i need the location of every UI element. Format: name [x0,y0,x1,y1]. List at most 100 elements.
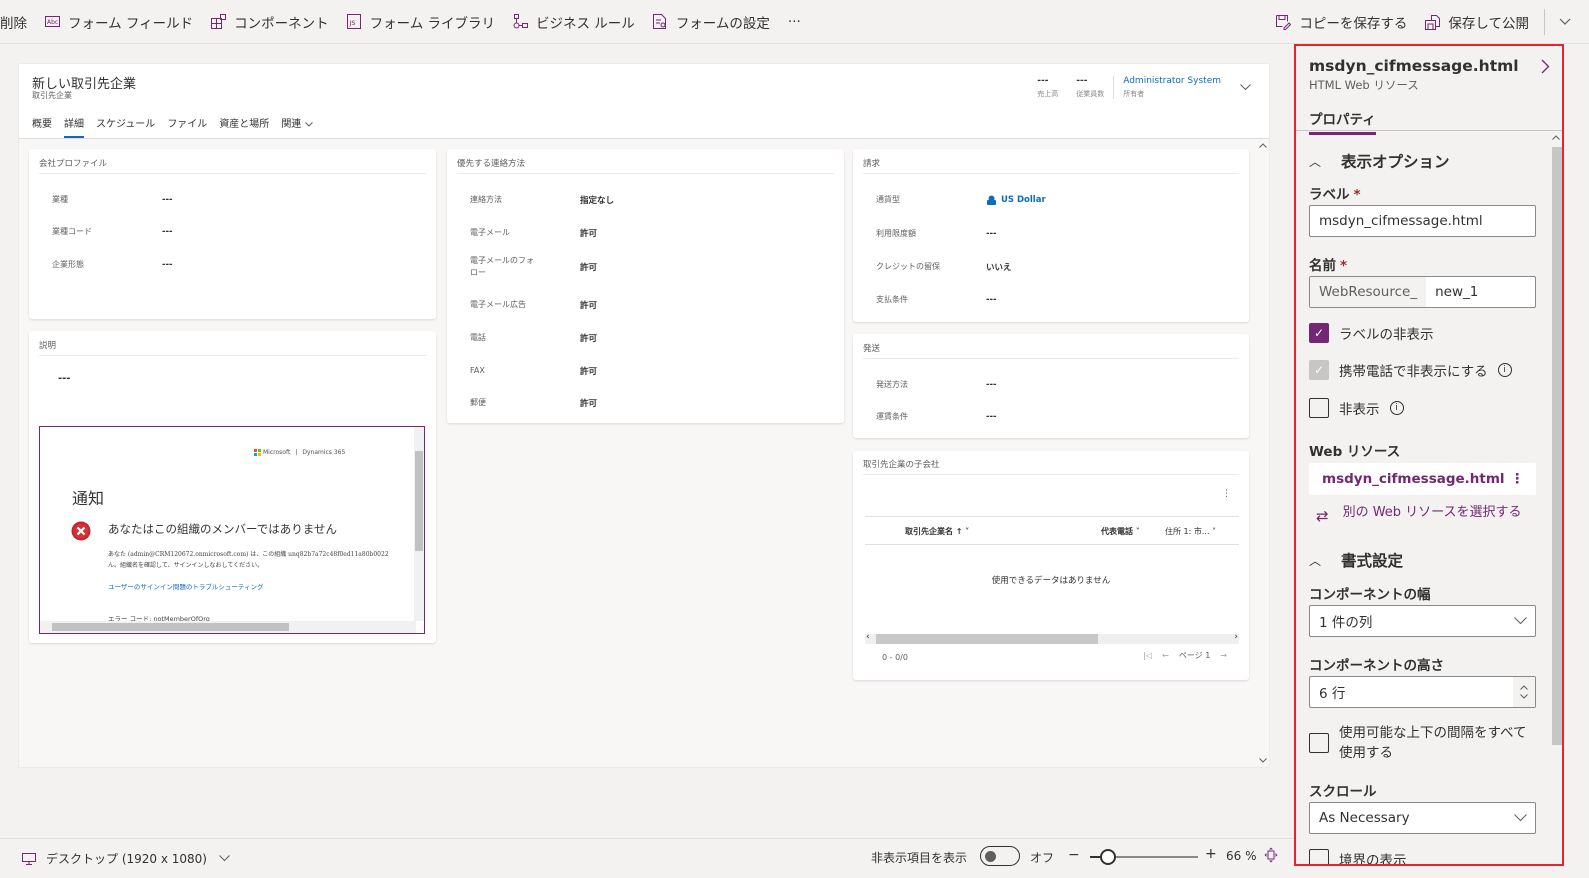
hide-label-checkbox[interactable]: ✓ ラベルの非表示 [1309,323,1434,343]
previous-page-icon[interactable]: ← [1162,651,1169,660]
grid-horizontal-scrollbar[interactable]: ‹ › [865,632,1239,644]
zoom-slider[interactable] [1090,849,1198,865]
toggle-state: オフ [1030,851,1055,865]
component-width-select[interactable]: 1 件の列 [1309,605,1536,637]
field-ownership[interactable]: 企業形態 --- [52,259,173,271]
height-spinner[interactable] [1513,677,1535,707]
field-payment-terms[interactable]: 支払条件 --- [876,294,997,306]
business-rule-button[interactable]: ビジネス ルール [504,0,644,44]
choose-other-web-resource-link[interactable]: ⇄ 別の Web リソースを選択する [1316,505,1536,525]
grid-empty-message: 使用できるデータはありません [991,576,1111,586]
grid-more-icon[interactable]: ⋮ [1222,489,1231,499]
more-commands-button[interactable]: ··· [779,0,810,44]
field-contact-method[interactable]: 連絡方法 指定なし [470,194,614,206]
tab-files[interactable]: ファイル [167,115,207,138]
field-fax[interactable]: FAX 許可 [470,365,597,377]
field-freight-terms[interactable]: 運賃条件 --- [876,411,997,423]
field-phone[interactable]: 電話 許可 [470,332,597,344]
currency-icon [987,195,996,205]
scrollbar-thumb[interactable] [52,623,289,631]
name-input[interactable]: WebResource_ new_1 [1309,276,1536,308]
field-mail[interactable]: 郵便 許可 [470,397,597,409]
zoom-level: 66 % [1226,849,1257,863]
web-resource-selected[interactable]: msdyn_cifmessage.html ⋮ [1309,463,1536,495]
delete-button[interactable]: 削除 [0,0,36,44]
next-page-icon[interactable]: → [1220,651,1227,660]
info-icon[interactable]: i [1389,401,1404,415]
owner-link[interactable]: Administrator System [1123,76,1221,86]
zoom-in-button[interactable]: + [1205,846,1217,862]
header-expand-button[interactable] [1230,76,1251,95]
chevron-up-icon: ︿ [1309,154,1322,169]
tab-assets-locations[interactable]: 資産と場所 [219,115,269,138]
tab-summary[interactable]: 概要 [32,115,52,138]
section-shipping: 発送 発送方法 --- 運賃条件 --- [853,334,1249,438]
hide-on-phone-checkbox[interactable]: ✓ 携帯電話で非表示にする i [1309,360,1512,380]
description-value[interactable]: --- [58,373,70,384]
preview-horizontal-scrollbar[interactable] [40,621,416,633]
svg-text:JS: JS [349,19,356,27]
show-border-checkbox[interactable]: 境界の表示 [1309,849,1407,864]
use-all-space-checkbox[interactable]: 使用可能な上下の間隔をすべて使用する [1309,723,1536,763]
currency-link[interactable]: US Dollar [986,195,1046,205]
component-button[interactable]: コンポーネント [202,0,338,44]
form-library-button[interactable]: JS フォーム ライブラリ [338,0,504,44]
form-settings-button[interactable]: フォームの設定 [644,0,779,44]
field-shipping-method[interactable]: 発送方法 --- [876,379,997,391]
component-height-input[interactable]: 6 行 [1309,676,1536,708]
zoom-out-button[interactable]: − [1068,847,1080,863]
panel-scrollbar[interactable] [1550,131,1562,864]
column-account-name[interactable]: 取引先企業名 ↑ ˅ [905,526,969,537]
tab-schedule[interactable]: スケジュール [96,115,155,138]
collapse-panel-icon[interactable] [1541,59,1550,74]
field-bulk-email[interactable]: 電子メール広告 許可 [470,299,597,311]
column-main-phone[interactable]: 代表電話 ˅ [1101,526,1140,537]
field-credit-limit[interactable]: 利用限度額 --- [876,228,997,240]
scrollbar-thumb[interactable] [415,451,423,551]
scroll-select[interactable]: As Necessary [1309,802,1536,834]
section-contact-methods: 優先する連絡方法 連絡方法 指定なし 電子メール 許可 電子メールのフォロー 許可 電… [447,149,844,423]
header-fields: --- 売上高 --- 従業員数 Administrator System 所有者 [1028,76,1251,99]
form-scrollbar[interactable] [1257,139,1269,767]
save-options-dropdown[interactable] [1551,0,1589,44]
chevron-down-icon [1514,617,1527,625]
scroll-up-icon [1259,143,1267,148]
preview-vertical-scrollbar[interactable] [414,427,424,621]
more-options-icon[interactable]: ⋮ [1511,471,1525,487]
field-industry[interactable]: 業種 --- [52,194,173,206]
web-resource-preview[interactable]: Microsoft | Dynamics 365 通知 あなたはこの組織のメンバ… [39,426,425,634]
tab-details[interactable]: 詳細 [64,115,84,138]
hidden-checkbox[interactable]: 非表示 i [1309,398,1404,418]
fit-to-width-icon[interactable] [1264,847,1278,863]
save-publish-button[interactable]: 保存して公開 [1416,0,1538,44]
form-field-button[interactable]: Abc フォーム フィールド [36,0,202,44]
decrement-icon[interactable] [1520,694,1528,699]
section-billing: 請求 通貨型 US Dollar 利用限度額 --- クレジットの留保 いいえ 支払… [853,149,1249,322]
js-library-icon: JS [347,14,362,29]
signin-troubleshoot-link[interactable]: ユーザーのサインイン問題のトラブルシューティング [108,581,263,591]
field-credit-hold[interactable]: クレジットの留保 いいえ [876,261,1012,273]
formatting-header[interactable]: ︿ 書式設定 [1309,549,1403,571]
zoom-slider-thumb[interactable] [1099,849,1116,865]
device-selector[interactable]: デスクトップ (1920 x 1080) [22,850,230,867]
header-field-employees: --- 従業員数 [1076,76,1105,98]
save-copy-button[interactable]: コピーを保存する [1267,0,1416,44]
field-currency[interactable]: 通貨型 US Dollar [876,194,1046,206]
tab-related[interactable]: 関連 [281,115,313,138]
column-address-city[interactable]: 住所 1: 市... ˅ [1165,526,1216,537]
field-sic-code[interactable]: 業種コード --- [52,226,173,238]
first-page-icon[interactable]: |◁ [1143,651,1152,660]
info-icon[interactable]: i [1497,363,1512,377]
toggle-knob [985,851,996,862]
increment-icon[interactable] [1520,685,1528,690]
field-follow-email[interactable]: 電子メールのフォロー 許可 [470,255,597,279]
scrollbar-thumb[interactable] [1552,147,1562,745]
scroll-label: スクロール [1309,784,1377,800]
field-email[interactable]: 電子メール 許可 [470,227,597,239]
chevron-down-icon [1514,814,1527,822]
label-input[interactable]: msdyn_cifmessage.html [1309,205,1536,237]
display-options-header[interactable]: ︿ 表示オプション [1309,150,1450,172]
show-hidden-toggle[interactable] [980,846,1020,866]
name-prefix: WebResource_ [1310,277,1427,307]
scrollbar-thumb[interactable] [876,634,1098,644]
